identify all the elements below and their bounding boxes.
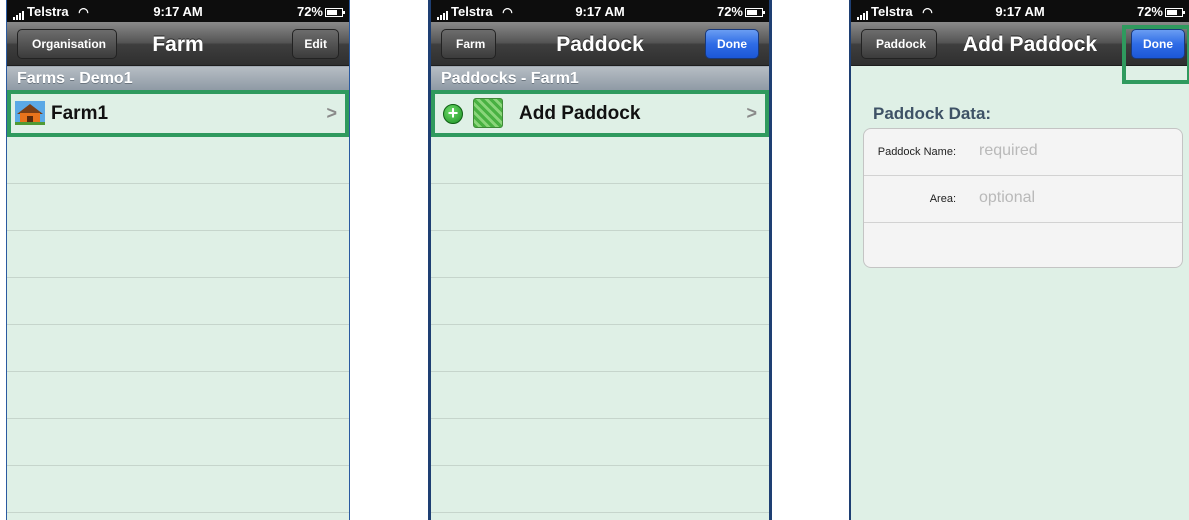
list-item-label: Farm1 (51, 103, 109, 124)
list-row-empty (431, 419, 769, 466)
battery-status: 72% (717, 4, 765, 19)
list-row-empty (7, 325, 349, 372)
area-row: Area: (864, 176, 1182, 223)
done-highlight-box (1122, 25, 1189, 84)
paddock-name-row: Paddock Name: (864, 129, 1182, 176)
add-circle-icon: + (443, 104, 463, 124)
phone-screen-paddock: Telstra ◠ 9:17 AM 72% Farm Paddock Done … (428, 0, 772, 520)
area-label: Area: (929, 193, 956, 205)
status-bar: Telstra ◠ 9:17 AM 72% (7, 0, 349, 22)
status-bar: Telstra ◠ 9:17 AM 72% (851, 0, 1189, 22)
table-view: + Add Paddock > (431, 90, 769, 513)
list-item-label: Add Paddock (519, 103, 641, 124)
list-item-add-paddock[interactable]: + Add Paddock > (431, 90, 769, 137)
table-view: Farm1 > (7, 90, 349, 513)
list-row-empty (7, 184, 349, 231)
list-row-empty (431, 184, 769, 231)
list-row-empty (431, 278, 769, 325)
list-row-empty (431, 231, 769, 278)
list-row-empty (7, 278, 349, 325)
section-header: Paddocks - Farm1 (431, 66, 769, 90)
paddock-grass-icon (473, 98, 503, 128)
list-row-empty (7, 231, 349, 278)
paddock-name-label: Paddock Name: (877, 146, 956, 158)
list-row-empty (7, 137, 349, 184)
chevron-right-icon: > (746, 103, 757, 123)
navigation-bar: Farm Paddock Done (431, 22, 769, 66)
area-input[interactable] (979, 189, 1169, 207)
navigation-bar: Organisation Farm Edit (7, 22, 349, 66)
battery-icon (745, 8, 765, 17)
paddock-name-input[interactable] (979, 142, 1169, 160)
list-item-farm1[interactable]: Farm1 > (7, 90, 349, 137)
chevron-right-icon: > (326, 103, 337, 123)
section-header: Farms - Demo1 (7, 66, 349, 90)
battery-status: 72% (297, 4, 345, 19)
battery-status: 72% (1137, 4, 1185, 19)
list-row-empty (431, 372, 769, 419)
battery-icon (1165, 8, 1185, 17)
list-row-empty (7, 466, 349, 513)
phone-screen-add-paddock: Telstra ◠ 9:17 AM 72% Paddock Add Paddoc… (849, 0, 1189, 520)
battery-icon (325, 8, 345, 17)
phone-screen-farm: Telstra ◠ 9:17 AM 72% Organisation Farm … (6, 0, 350, 520)
paddock-form: Paddock Name: Area: (863, 128, 1183, 268)
list-row-empty (7, 419, 349, 466)
list-row-empty (431, 466, 769, 513)
status-bar: Telstra ◠ 9:17 AM 72% (431, 0, 769, 22)
form-row-empty (864, 223, 1182, 267)
edit-button[interactable]: Edit (292, 29, 339, 59)
list-row-empty (7, 372, 349, 419)
list-row-empty (431, 137, 769, 184)
list-row-empty (431, 325, 769, 372)
farm-house-icon (15, 101, 45, 125)
done-button[interactable]: Done (705, 29, 759, 59)
form-heading: Paddock Data: (873, 104, 992, 123)
